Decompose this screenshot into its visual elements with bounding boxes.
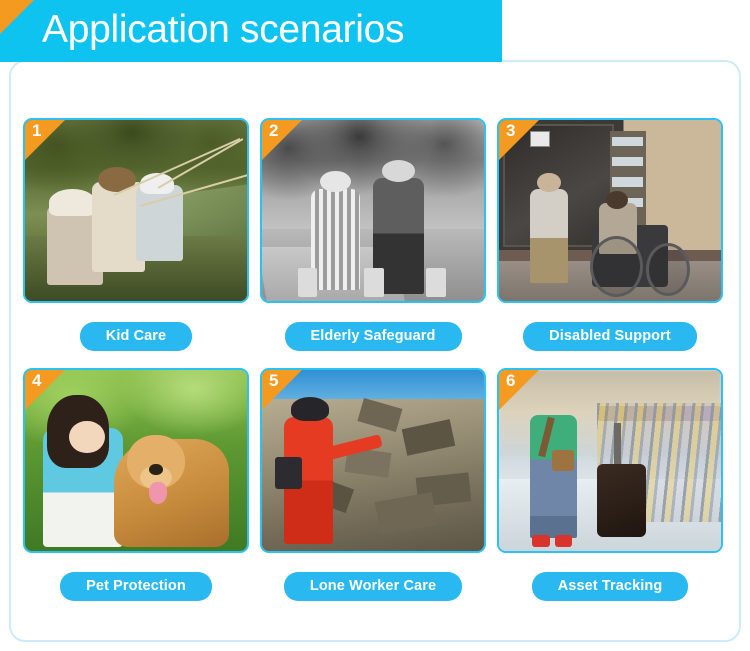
scenario-grid: 1 Kid Care 2 Elderly Safeguard 3 Disable… bbox=[18, 118, 732, 618]
number-label-4: 4 bbox=[32, 371, 42, 390]
scenario-card-elderly-safeguard[interactable]: 2 Elderly Safeguard bbox=[255, 118, 491, 368]
label-row-1: Kid Care bbox=[18, 322, 254, 351]
number-label-6: 6 bbox=[506, 371, 516, 390]
scenario-label-elderly-safeguard[interactable]: Elderly Safeguard bbox=[284, 322, 462, 351]
scenario-image-3: 3 bbox=[497, 118, 723, 303]
scenario-card-pet-protection[interactable]: 4 Pet Protection bbox=[18, 368, 254, 618]
scenario-label-pet-protection[interactable]: Pet Protection bbox=[60, 572, 212, 601]
scenario-label-disabled-support[interactable]: Disabled Support bbox=[523, 322, 697, 351]
scenario-image-1: 1 bbox=[23, 118, 249, 303]
label-row-2: Elderly Safeguard bbox=[255, 322, 491, 351]
label-row-6: Asset Tracking bbox=[492, 572, 728, 601]
number-badge-4 bbox=[25, 370, 65, 410]
page-title: Application scenarios bbox=[42, 8, 405, 52]
scenario-label-asset-tracking[interactable]: Asset Tracking bbox=[531, 572, 689, 601]
scenario-label-lone-worker-care[interactable]: Lone Worker Care bbox=[283, 572, 463, 601]
scenario-label-kid-care[interactable]: Kid Care bbox=[79, 322, 193, 351]
corner-triangle-icon bbox=[0, 0, 34, 34]
number-badge-5 bbox=[262, 370, 302, 410]
label-row-4: Pet Protection bbox=[18, 572, 254, 601]
label-row-5: Lone Worker Care bbox=[255, 572, 491, 601]
header-banner: Application scenarios bbox=[0, 0, 502, 62]
number-badge-1 bbox=[25, 120, 65, 160]
number-badge-6 bbox=[499, 370, 539, 410]
number-label-2: 2 bbox=[269, 121, 279, 140]
scenario-card-lone-worker-care[interactable]: 5 Lone Worker Care bbox=[255, 368, 491, 618]
scenario-image-5: 5 bbox=[260, 368, 486, 553]
number-badge-2 bbox=[262, 120, 302, 160]
scenario-card-asset-tracking[interactable]: 6 Asset Tracking bbox=[492, 368, 728, 618]
number-label-3: 3 bbox=[506, 121, 516, 140]
scenario-image-4: 4 bbox=[23, 368, 249, 553]
scenario-card-disabled-support[interactable]: 3 Disabled Support bbox=[492, 118, 728, 368]
scenario-image-2: 2 bbox=[260, 118, 486, 303]
number-badge-3 bbox=[499, 120, 539, 160]
number-label-5: 5 bbox=[269, 371, 279, 390]
number-label-1: 1 bbox=[32, 121, 42, 140]
scenario-card-kid-care[interactable]: 1 Kid Care bbox=[18, 118, 254, 368]
scenario-image-6: 6 bbox=[497, 368, 723, 553]
label-row-3: Disabled Support bbox=[492, 322, 728, 351]
